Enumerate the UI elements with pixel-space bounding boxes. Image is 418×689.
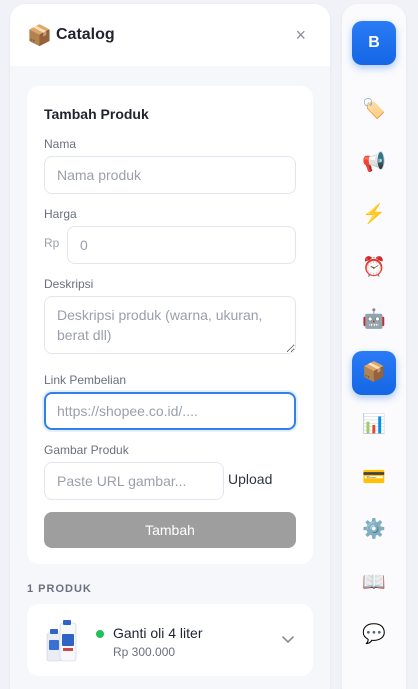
description-textarea[interactable]	[44, 296, 296, 354]
sidebar-item-tag[interactable]: 🏷️	[352, 88, 396, 132]
sidebar-item-chat-bubble[interactable]: 💬	[352, 613, 396, 657]
avatar[interactable]: B	[352, 21, 396, 65]
price-input[interactable]	[67, 226, 296, 264]
alarm-clock-icon: ⏰	[362, 256, 386, 278]
product-image-label: Gambar Produk	[44, 443, 129, 457]
add-product-form: Tambah Produk Nama Harga Rp Deskripsi Li…	[27, 86, 313, 564]
product-price: Rp 300.000	[113, 645, 176, 659]
chat-bubble-icon: 💬	[362, 624, 386, 645]
upload-button[interactable]: Upload	[228, 471, 272, 487]
sidebar-item-megaphone[interactable]: 📢	[352, 141, 396, 185]
catalog-panel: 📦 Catalog × Tambah Produk Nama Harga Rp …	[10, 4, 330, 689]
chevron-down-icon[interactable]	[281, 632, 295, 646]
sidebar-item-robot[interactable]: 🤖	[352, 298, 396, 342]
sidebar-item-lightning[interactable]: ⚡	[352, 193, 396, 237]
purchase-link-input[interactable]	[44, 392, 296, 430]
product-name: Ganti oli 4 liter	[113, 625, 203, 641]
description-label: Deskripsi	[44, 277, 94, 291]
purchase-link-label: Link Pembelian	[44, 373, 127, 387]
tag-icon: 🏷️	[362, 99, 386, 120]
product-list-item[interactable]: Ganti oli 4 liter Rp 300.000	[27, 604, 313, 676]
sidebar-item-package[interactable]: 📦	[352, 350, 396, 395]
panel-header: 📦 Catalog ×	[10, 4, 330, 66]
sidebar-item-gear[interactable]: ⚙️	[352, 508, 396, 552]
package-icon: 📦	[27, 24, 52, 47]
lightning-icon: ⚡	[362, 204, 386, 225]
name-label: Nama	[44, 137, 77, 151]
add-button[interactable]: Tambah	[44, 512, 296, 548]
book-icon: 📖	[362, 571, 386, 593]
sidebar-item-alarm-clock[interactable]: ⏰	[352, 246, 396, 290]
credit-card-icon: 💳	[362, 466, 386, 488]
product-count-label: 1 PRODUK	[27, 583, 92, 595]
robot-icon: 🤖	[362, 309, 386, 330]
form-title: Tambah Produk	[44, 106, 149, 122]
close-button[interactable]: ×	[295, 26, 306, 44]
sidebar-item-credit-card[interactable]: 💳	[352, 456, 396, 500]
package-icon: 📦	[362, 361, 386, 383]
page-title: Catalog	[56, 26, 115, 43]
sidebar-item-bar-chart[interactable]: 📊	[352, 403, 396, 447]
megaphone-icon: 📢	[362, 151, 386, 173]
currency-prefix: Rp	[44, 236, 60, 250]
image-url-input[interactable]	[44, 462, 224, 500]
status-indicator	[96, 630, 104, 638]
bar-chart-icon: 📊	[362, 414, 386, 435]
product-thumbnail	[46, 620, 77, 662]
sidebar-item-book[interactable]: 📖	[352, 561, 396, 605]
gear-icon: ⚙️	[362, 519, 386, 540]
price-label: Harga	[44, 207, 77, 221]
app-sidebar: B 🏷️ 📢 ⚡ ⏰ 🤖 📦 📊 💳 ⚙️ 📖 💬	[342, 4, 406, 689]
name-input[interactable]	[44, 156, 296, 194]
